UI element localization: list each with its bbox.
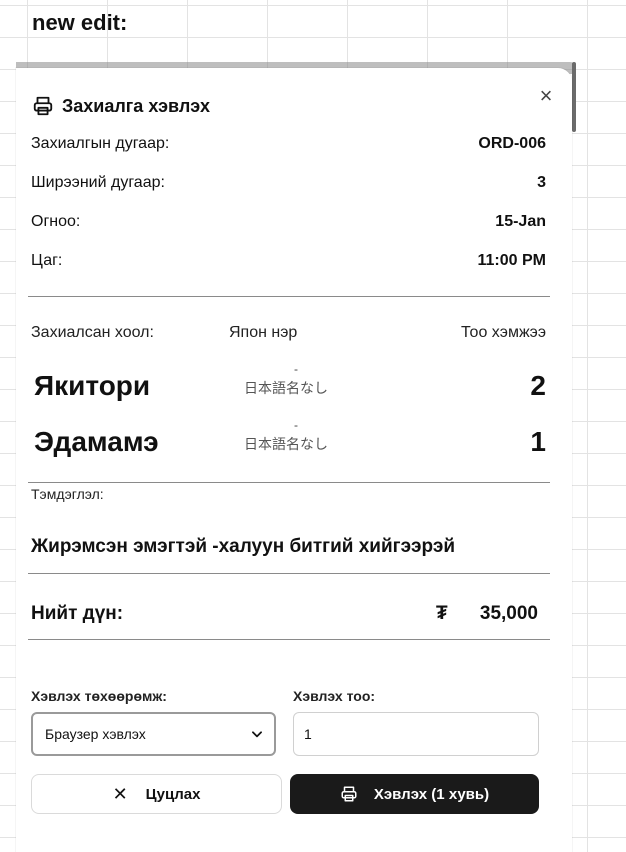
item-quantity: 2 [530,370,546,401]
cancel-button[interactable]: ✕ Цуцлах [31,774,282,814]
close-icon[interactable]: × [534,84,558,108]
item-name: Эдамамэ [34,426,159,457]
time-row: Цаг: 11:00 PM [31,249,546,273]
table-number-row: Ширээний дугаар: 3 [31,171,546,195]
total-label: Нийт дүн: [31,603,124,624]
print-button-label: Хэвлэх (1 хувь) [373,785,490,803]
print-order-dialog: Захиалга хэвлэх × Захиалгын дугаар: ORD-… [16,68,572,852]
copies-label: Хэвлэх тоо: [293,688,376,704]
note-text: Жирэмсэн эмэгтэй -халуун битгий хийгээрэ… [31,536,456,557]
device-label: Хэвлэх төхөөрөмж: [31,688,167,704]
note-label: Тэмдэглэл: [31,486,104,502]
item-dot: - [294,362,298,376]
divider [28,482,550,483]
order-item: Эдамамэ - 日本語名なし 1 [31,418,546,466]
item-japanese-name: 日本語名なし [244,437,328,453]
table-number-value: 3 [537,174,546,191]
divider [28,573,550,574]
items-header-food: Захиалсан хоол: [31,324,154,341]
date-label: Огноо: [31,213,81,230]
order-number-value: ORD-006 [478,135,546,152]
item-dot: - [294,418,298,432]
sheet-title: new edit: [32,10,128,35]
close-icon: ✕ [112,783,128,804]
total-amount: 35,000 [479,603,538,624]
order-item: Якитори - 日本語名なし 2 [31,362,546,410]
currency-symbol: ₮ [436,603,448,624]
total-value: ₮ 35,000 [436,603,538,625]
table-number-label: Ширээний дугаар: [31,174,165,191]
scrollbar-thumb[interactable] [572,62,576,132]
item-japanese-name: 日本語名なし [244,381,328,397]
item-quantity: 1 [530,426,546,457]
divider [28,639,550,640]
print-button[interactable]: Хэвлэх (1 хувь) [290,774,539,814]
divider [28,296,550,297]
dialog-title: Захиалга хэвлэх [62,95,211,116]
print-copies-input[interactable]: 1 [293,712,539,756]
print-device-value: Браузер хэвлэх [45,726,146,742]
dialog-header: Захиалга хэвлэх [32,94,210,118]
items-header-japanese: Япон нэр [229,324,298,341]
chevron-down-icon [252,731,262,738]
print-device-select[interactable]: Браузер хэвлэх [31,712,276,756]
order-number-label: Захиалгын дугаар: [31,135,170,152]
date-row: Огноо: 15-Jan [31,210,546,234]
order-number-row: Захиалгын дугаар: ORD-006 [31,132,546,156]
cancel-button-label: Цуцлах [145,785,201,803]
printer-icon [33,96,53,116]
time-value: 11:00 PM [477,252,546,269]
items-header-qty: Тоо хэмжээ [461,324,546,341]
printer-icon [341,786,357,802]
items-header: Захиалсан хоол: Япон нэр Тоо хэмжээ [31,324,546,346]
time-label: Цаг: [31,252,63,269]
date-value: 15-Jan [495,213,546,230]
item-name: Якитори [34,370,151,401]
